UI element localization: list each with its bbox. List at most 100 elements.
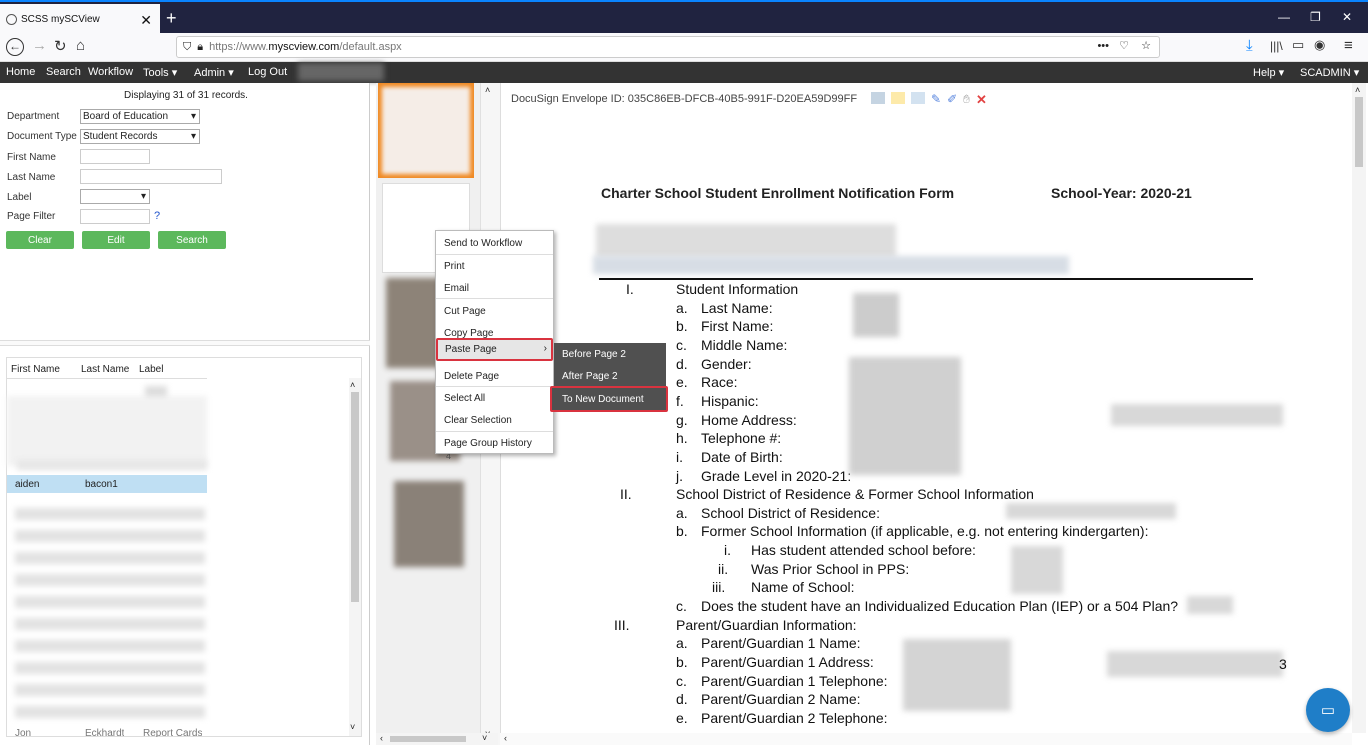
col-last-name[interactable]: Last Name	[81, 364, 129, 375]
redacted-value	[1187, 596, 1233, 614]
to-new-document-label: To New Document	[562, 394, 644, 405]
app-menu-icon[interactable]: ≡	[1344, 37, 1353, 54]
pocket-icon[interactable]: ♡	[1119, 39, 1129, 52]
form-item-label: Parent/Guardian 2 Name:	[701, 691, 861, 708]
account-icon[interactable]: ◉	[1314, 37, 1325, 53]
help-link[interactable]: ?	[154, 210, 160, 222]
scroll-up-icon[interactable]: ˄	[1355, 85, 1360, 95]
menu-tools[interactable]: Tools ▾	[143, 66, 177, 79]
menu-page-group-history[interactable]: Page Group History	[444, 438, 532, 449]
menu-print[interactable]: Print	[444, 261, 465, 272]
viewer-hscrollbar[interactable]: ‹	[500, 733, 1352, 745]
scroll-up-icon[interactable]: ˄	[350, 380, 355, 390]
bookmark-star-icon[interactable]: ☆	[1141, 39, 1151, 52]
scroll-thumb[interactable]	[390, 736, 466, 742]
window-close-icon[interactable]: ✕	[1342, 10, 1352, 24]
clear-button[interactable]: Clear	[6, 231, 74, 249]
form-item-label: Parent/Guardian Information:	[676, 616, 857, 633]
scroll-down-icon[interactable]: ˅	[350, 722, 355, 732]
url-bar[interactable]: ⛉ 🔒︎ https://www.myscview.com/default.as…	[176, 36, 1160, 58]
first-name-input[interactable]	[80, 149, 150, 164]
menu-separator	[436, 254, 553, 255]
department-select[interactable]: Board of Education ▾	[80, 109, 200, 124]
form-item-label: Middle Name:	[701, 336, 788, 353]
menu-workflow[interactable]: Workflow	[88, 66, 133, 78]
thumb-hscrollbar[interactable]: ‹ ˅	[376, 733, 498, 745]
home-icon[interactable]: ⌂	[76, 37, 85, 54]
table-row-selected[interactable]: aiden bacon1	[7, 475, 207, 493]
last-name-input[interactable]	[80, 169, 222, 184]
hand-icon[interactable]: ✋︎	[963, 92, 970, 108]
scroll-thumb[interactable]	[351, 392, 359, 602]
menu-cut-page[interactable]: Cut Page	[444, 306, 486, 317]
viewer-scrollbar[interactable]: ˄	[1352, 83, 1366, 733]
doctype-select[interactable]: Student Records ▾	[80, 129, 200, 144]
close-tab-icon[interactable]: ✕	[140, 12, 152, 29]
restore-icon[interactable]: ❐	[1310, 10, 1321, 24]
chat-button[interactable]: ▭	[1306, 688, 1350, 732]
trailing-char: 3	[1279, 656, 1287, 672]
edit-button[interactable]: Edit	[82, 231, 150, 249]
menu-send-to-workflow[interactable]: Send to Workflow	[444, 238, 522, 249]
downloads-icon[interactable]: ⤓	[1246, 37, 1253, 54]
menu-select-all[interactable]: Select All	[444, 393, 485, 404]
form-item-label: Grade Level in 2020-21:	[701, 467, 852, 484]
form-item-label: Telephone #:	[701, 430, 782, 447]
submenu-before-page-2[interactable]: Before Page 2	[562, 349, 626, 360]
scroll-left-icon[interactable]: ‹	[504, 733, 507, 743]
redacted-value	[1107, 651, 1283, 677]
col-label[interactable]: Label	[139, 364, 163, 375]
scroll-left-icon[interactable]: ‹	[380, 733, 383, 743]
form-item-number: e.	[676, 709, 688, 726]
form-item-number: III.	[614, 616, 630, 633]
reload-icon[interactable]: ↻	[54, 37, 67, 55]
redacted-rows	[7, 396, 207, 466]
submenu-after-page-2[interactable]: After Page 2	[562, 371, 618, 382]
highlighter-icon[interactable]: ✐	[947, 92, 957, 108]
menu-help[interactable]: Help ▾	[1253, 66, 1284, 79]
thumbnail-selected[interactable]	[378, 83, 474, 178]
page-actions-icon[interactable]: •••	[1097, 40, 1109, 52]
form-item-number: i.	[676, 448, 683, 465]
menu-clear-selection[interactable]: Clear Selection	[444, 415, 512, 426]
paste-page-label: Paste Page	[445, 344, 497, 355]
col-first-name[interactable]: First Name	[11, 364, 60, 375]
forward-icon[interactable]: →	[32, 37, 47, 54]
redacted-value	[1006, 503, 1176, 519]
menu-home[interactable]: Home	[6, 66, 35, 78]
menu-admin[interactable]: Admin ▾	[194, 66, 234, 79]
menu-user[interactable]: SCADMIN ▾	[1300, 66, 1359, 79]
delete-annotation-icon[interactable]: ✕	[976, 92, 987, 108]
stamp-icon[interactable]	[871, 92, 885, 104]
form-item-number: g.	[676, 411, 688, 428]
scroll-up-icon[interactable]: ˄	[485, 85, 490, 95]
scroll-down-icon[interactable]: ˅	[482, 733, 487, 743]
back-icon[interactable]: ←	[6, 38, 24, 56]
submenu-to-new-document[interactable]: To New Document	[550, 386, 668, 412]
thumbnail-page[interactable]	[394, 481, 464, 567]
browser-tab[interactable]: SCSS mySCView ✕	[0, 4, 160, 35]
app-menu-bar: Home Search Workflow Tools ▾ Admin ▾ Log…	[0, 62, 1368, 83]
menu-paste-page[interactable]: Paste Page ›	[436, 338, 553, 361]
grid-scrollbar[interactable]: ˄ ˅	[349, 378, 361, 736]
scroll-thumb[interactable]	[1355, 97, 1363, 167]
form-item-label: Was Prior School in PPS:	[751, 560, 910, 577]
textbox-icon[interactable]	[911, 92, 925, 104]
minimize-icon[interactable]: —	[1278, 10, 1290, 24]
menu-delete-page[interactable]: Delete Page	[444, 371, 499, 382]
library-icon[interactable]: |||\	[1270, 39, 1283, 53]
menu-email[interactable]: Email	[444, 283, 469, 294]
label-select[interactable]: ▾	[80, 189, 150, 204]
note-icon[interactable]	[891, 92, 905, 104]
search-button[interactable]: Search	[158, 231, 226, 249]
sidebar-icon[interactable]: ▭	[1292, 37, 1304, 53]
form-item-label: Parent/Guardian 2 Telephone:	[701, 709, 888, 726]
splitter-handle[interactable]	[0, 340, 370, 346]
menu-search[interactable]: Search	[46, 66, 81, 78]
pen-icon[interactable]: ✎	[931, 92, 941, 108]
redacted-header	[596, 224, 896, 258]
new-tab-button[interactable]: +	[166, 8, 177, 29]
page-filter-input[interactable]	[80, 209, 150, 224]
menu-logout[interactable]: Log Out	[248, 66, 287, 78]
form-item-number: d.	[676, 355, 688, 372]
